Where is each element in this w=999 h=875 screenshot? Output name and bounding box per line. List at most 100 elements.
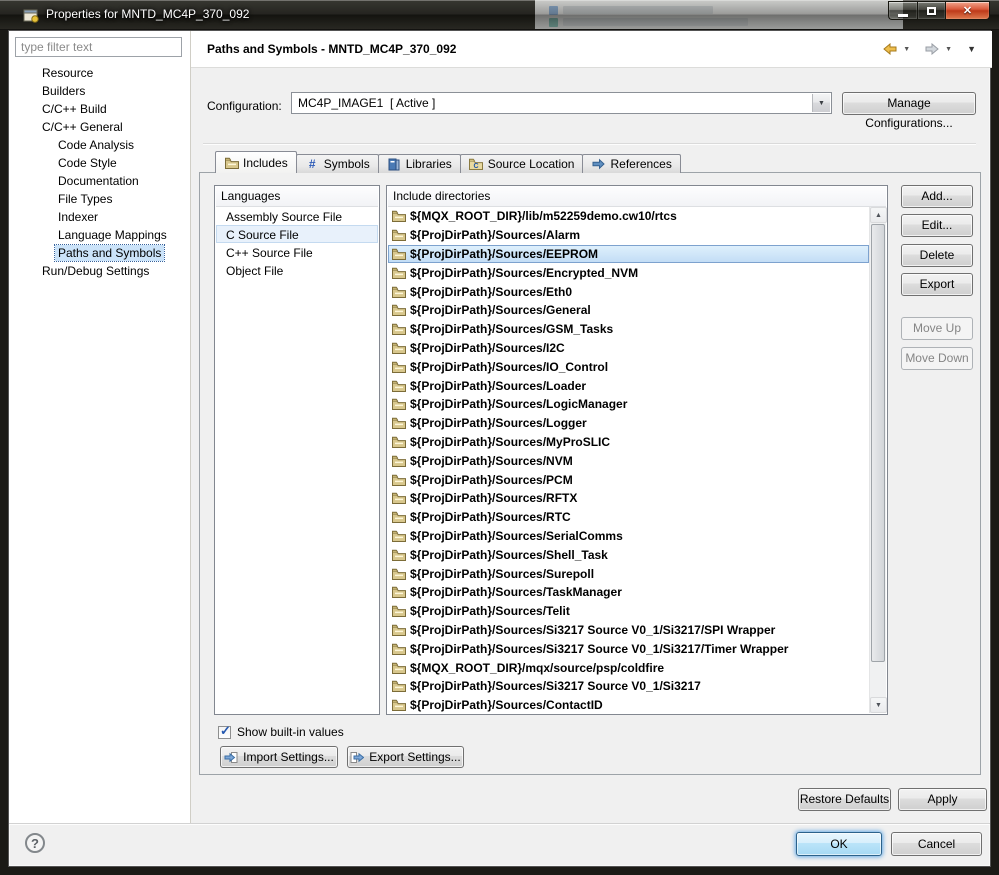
export-button[interactable]: Export bbox=[901, 273, 973, 296]
tree-item-builders[interactable]: Builders bbox=[9, 82, 189, 100]
include-row[interactable]: ${ProjDirPath}/Sources/Si3217 Source V0_… bbox=[388, 621, 869, 640]
tree-item-c-c-build[interactable]: C/C++ Build bbox=[9, 100, 189, 118]
vertical-scrollbar[interactable]: ▲ ▼ bbox=[869, 207, 887, 713]
list-action-buttons: Add... Edit... Delete Export Move Up Move Dow… bbox=[901, 185, 973, 385]
minimize-button[interactable] bbox=[888, 1, 917, 20]
back-button[interactable] bbox=[881, 41, 899, 57]
settings-tree: Resource Builders C/C++ Build C/C++ General… bbox=[9, 64, 189, 280]
forward-button[interactable] bbox=[923, 41, 941, 57]
include-row-label: ${ProjDirPath}/Sources/Logger bbox=[410, 416, 587, 431]
include-row[interactable]: ${ProjDirPath}/Sources/Alarm bbox=[388, 226, 869, 245]
language-item-assembly-source-file[interactable]: Assembly Source File bbox=[216, 207, 378, 225]
close-button[interactable]: ✕ bbox=[945, 1, 990, 20]
configuration-combo[interactable]: MC4P_IMAGE1 [ Active ] ▼ bbox=[291, 92, 832, 114]
scrollbar-thumb[interactable] bbox=[871, 224, 885, 662]
include-row-label: ${MQX_ROOT_DIR}/mqx/source/psp/coldfire bbox=[410, 660, 665, 675]
include-folder-icon bbox=[392, 417, 406, 430]
tab-label: Libraries bbox=[405, 157, 452, 171]
import-settings-button[interactable]: Import Settings... bbox=[220, 746, 338, 768]
include-row[interactable]: ${ProjDirPath}/Sources/Logger bbox=[388, 414, 869, 433]
include-row-label: ${ProjDirPath}/Sources/NVM bbox=[410, 453, 573, 468]
view-menu-icon[interactable]: ▼ bbox=[965, 42, 978, 56]
cancel-button[interactable]: Cancel bbox=[891, 832, 982, 856]
forward-dropdown-icon[interactable]: ▼ bbox=[944, 44, 953, 55]
filter-input[interactable] bbox=[15, 37, 182, 57]
scroll-down-icon[interactable]: ▼ bbox=[870, 697, 887, 713]
tab-references[interactable]: References bbox=[582, 154, 681, 173]
tree-item-paths-and-symbols[interactable]: Paths and Symbols bbox=[9, 244, 189, 262]
include-row[interactable]: ${ProjDirPath}/Sources/Si3217 Source V0_… bbox=[388, 639, 869, 658]
include-folder-icon bbox=[392, 474, 406, 486]
tree-item-language-mappings[interactable]: Language Mappings bbox=[9, 226, 189, 244]
tree-item-c-c-general[interactable]: C/C++ General bbox=[9, 118, 189, 136]
edit-button[interactable]: Edit... bbox=[901, 214, 973, 237]
include-row[interactable]: ${ProjDirPath}/Sources/Loader bbox=[388, 376, 869, 395]
include-row[interactable]: ${ProjDirPath}/Sources/LogicManager bbox=[388, 395, 869, 414]
tree-item-label: Code Style bbox=[58, 156, 117, 170]
back-dropdown-icon[interactable]: ▼ bbox=[902, 44, 911, 55]
tree-item-file-types[interactable]: File Types bbox=[9, 190, 189, 208]
export-settings-button[interactable]: Export Settings... bbox=[347, 746, 464, 768]
include-row[interactable]: ${ProjDirPath}/Sources/I2C bbox=[388, 339, 869, 358]
window-titlebar[interactable]: Properties for MNTD_MC4P_370_092 ✕ bbox=[0, 0, 999, 30]
tab-symbols[interactable]: # Symbols bbox=[295, 154, 379, 173]
show-builtin-checkbox[interactable]: ✓ bbox=[218, 723, 231, 739]
include-row[interactable]: ${ProjDirPath}/Sources/Surepoll bbox=[388, 564, 869, 583]
help-button[interactable]: ? bbox=[25, 833, 45, 853]
scroll-up-icon[interactable]: ▲ bbox=[870, 207, 887, 223]
include-folder-icon bbox=[392, 229, 406, 242]
tree-item-documentation[interactable]: Documentation bbox=[9, 172, 189, 190]
include-row[interactable]: ${ProjDirPath}/Sources/TaskManager bbox=[388, 583, 869, 602]
delete-button[interactable]: Delete bbox=[901, 244, 973, 267]
show-builtin-row: ✓ Show built-in values bbox=[218, 723, 344, 740]
include-row[interactable]: ${ProjDirPath}/Sources/PCM bbox=[388, 470, 869, 489]
include-row[interactable]: ${MQX_ROOT_DIR}/lib/m52259demo.cw10/rtcs bbox=[388, 207, 869, 226]
apply-button[interactable]: Apply bbox=[898, 788, 987, 811]
manage-configurations-button[interactable]: Manage Configurations... bbox=[842, 92, 976, 130]
tab-includes[interactable]: Includes bbox=[215, 151, 297, 173]
tab-libraries[interactable]: Libraries bbox=[377, 154, 461, 173]
maximize-button[interactable] bbox=[917, 1, 945, 20]
include-row[interactable]: ${ProjDirPath}/Sources/NVM bbox=[388, 451, 869, 470]
include-row[interactable]: ${ProjDirPath}/Sources/IO_Control bbox=[388, 357, 869, 376]
include-row[interactable]: ${ProjDirPath}/Sources/RTC bbox=[388, 508, 869, 527]
tree-item-indexer[interactable]: Indexer bbox=[9, 208, 189, 226]
include-folder-icon bbox=[392, 398, 406, 411]
include-row[interactable]: ${ProjDirPath}/Sources/RFTX bbox=[388, 489, 869, 508]
combo-dropdown-icon[interactable]: ▼ bbox=[812, 94, 830, 112]
include-row[interactable]: ${ProjDirPath}/Sources/Telit bbox=[388, 602, 869, 621]
include-folder-icon bbox=[392, 624, 406, 636]
tree-item-run-debug-settings[interactable]: Run/Debug Settings bbox=[9, 262, 189, 280]
tree-item-code-style[interactable]: Code Style bbox=[9, 154, 189, 172]
restore-defaults-button[interactable]: Restore Defaults bbox=[798, 788, 891, 811]
tree-item-label: Documentation bbox=[58, 174, 139, 188]
include-row-label: ${ProjDirPath}/Sources/LogicManager bbox=[410, 397, 628, 412]
tree-item-code-analysis[interactable]: Code Analysis bbox=[9, 136, 189, 154]
tree-item-label: C/C++ Build bbox=[42, 102, 107, 116]
include-row[interactable]: ${ProjDirPath}/Sources/Encrypted_NVM bbox=[388, 263, 869, 282]
add-button[interactable]: Add... bbox=[901, 185, 973, 208]
tree-item-resource[interactable]: Resource bbox=[9, 64, 189, 82]
include-row[interactable]: ${ProjDirPath}/Sources/MyProSLIC bbox=[388, 433, 869, 452]
include-row[interactable]: ${ProjDirPath}/Sources/Eth0 bbox=[388, 282, 869, 301]
include-row[interactable]: ${ProjDirPath}/Sources/Si3217 Source V0_… bbox=[388, 677, 869, 696]
include-row-label: ${ProjDirPath}/Sources/Loader bbox=[410, 378, 587, 393]
ok-button[interactable]: OK bbox=[796, 832, 882, 856]
include-row[interactable]: ${ProjDirPath}/Sources/ContactID bbox=[388, 696, 869, 713]
include-row[interactable]: ${ProjDirPath}/Sources/Shell_Task bbox=[388, 545, 869, 564]
include-row[interactable]: ${ProjDirPath}/Sources/EEPROM bbox=[388, 244, 869, 264]
language-item-object-file[interactable]: Object File bbox=[216, 261, 378, 279]
settings-nav-panel: Resource Builders C/C++ Build C/C++ General… bbox=[9, 31, 191, 823]
language-item-c-source-file[interactable]: C++ Source File bbox=[216, 243, 378, 261]
include-row[interactable]: ${ProjDirPath}/Sources/SerialComms bbox=[388, 527, 869, 546]
tab-source-location[interactable]: C Source Location bbox=[459, 154, 584, 173]
include-row[interactable]: ${ProjDirPath}/Sources/General bbox=[388, 301, 869, 320]
back-arrow-icon bbox=[883, 43, 897, 55]
include-row-label: ${ProjDirPath}/Sources/Encrypted_NVM bbox=[410, 265, 639, 280]
include-folder-icon bbox=[392, 530, 406, 542]
include-row[interactable]: ${MQX_ROOT_DIR}/mqx/source/psp/coldfire bbox=[388, 658, 869, 677]
language-item-c-source-file[interactable]: C Source File bbox=[216, 225, 378, 243]
export-icon bbox=[350, 751, 365, 763]
include-row[interactable]: ${ProjDirPath}/Sources/GSM_Tasks bbox=[388, 320, 869, 339]
page-header: Paths and Symbols - MNTD_MC4P_370_092 ▼ … bbox=[191, 31, 992, 68]
